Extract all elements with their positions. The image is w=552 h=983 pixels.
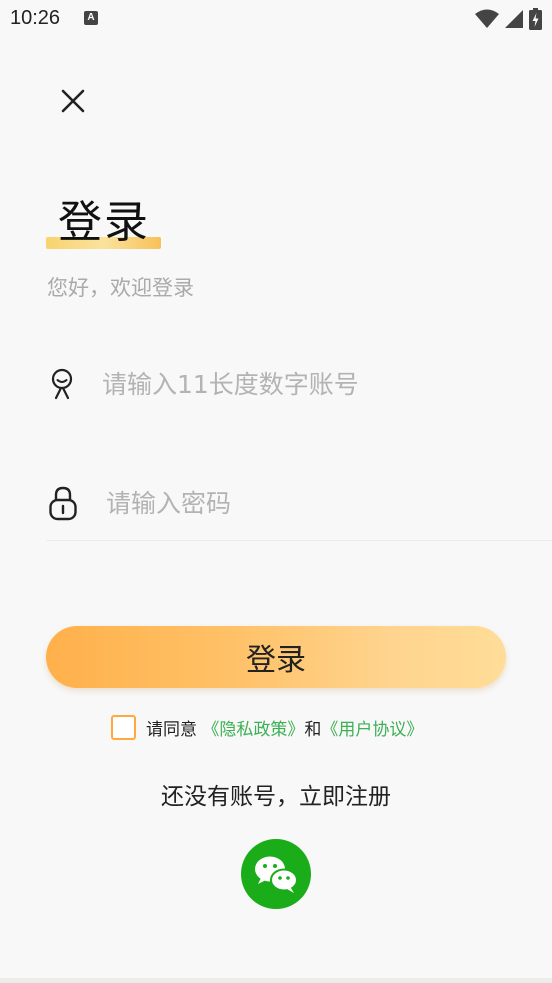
battery-icon: [529, 8, 542, 30]
bottom-bar: [0, 978, 552, 983]
page-title: 登录: [58, 197, 150, 248]
register-link[interactable]: 还没有账号，立即注册: [0, 777, 552, 811]
account-input[interactable]: [100, 363, 524, 405]
wechat-login-button[interactable]: [241, 839, 311, 909]
password-input[interactable]: [104, 482, 528, 524]
input-divider: [46, 540, 552, 541]
agree-checkbox[interactable]: [111, 715, 136, 740]
notification-badge-icon: A: [84, 11, 98, 25]
privacy-policy-link[interactable]: 《隐私政策》: [202, 720, 304, 740]
agreement-conjunction: 和: [304, 720, 322, 740]
wechat-icon: [255, 856, 298, 893]
status-bar: 10:26 A: [0, 0, 552, 38]
lock-icon: [49, 486, 77, 521]
user-icon: [51, 368, 73, 400]
user-agreement-link[interactable]: 《用户协议》: [321, 720, 423, 740]
close-button[interactable]: [56, 84, 90, 118]
agreement-prefix: 请同意: [146, 720, 197, 740]
wifi-icon: [475, 9, 499, 28]
login-button[interactable]: 登录: [46, 626, 506, 688]
close-icon: [61, 89, 85, 113]
status-time: 10:26: [10, 7, 61, 29]
page-subtitle: 您好，欢迎登录: [47, 276, 194, 300]
status-icons: [475, 8, 542, 30]
signal-icon: [505, 10, 523, 28]
agreement-row: 请同意 《隐私政策》和《用户协议》: [111, 715, 423, 740]
